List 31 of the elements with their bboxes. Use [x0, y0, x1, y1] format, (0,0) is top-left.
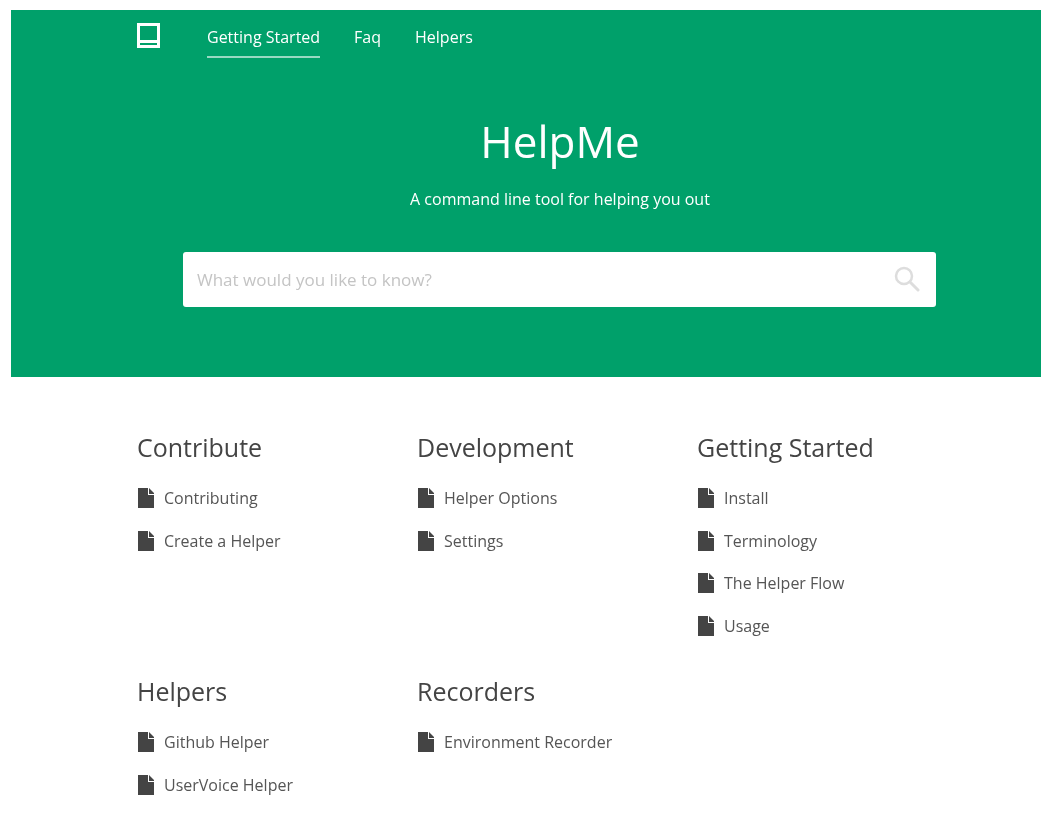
article-link[interactable]: Helper Options: [444, 487, 558, 510]
document-icon: [137, 732, 155, 753]
section-heading: Development: [417, 429, 575, 465]
section-heading: Helpers: [137, 673, 229, 709]
article-link[interactable]: Github Helper: [164, 731, 270, 754]
article-link[interactable]: UserVoice Helper: [164, 773, 293, 796]
section-heading: Contribute: [137, 429, 264, 465]
article-link[interactable]: Create a Helper: [164, 529, 281, 552]
document-icon: [417, 530, 435, 551]
article-link[interactable]: Environment Recorder: [444, 731, 613, 754]
site-tagline: A command line tool for helping you out: [409, 187, 711, 210]
document-icon: [417, 732, 435, 753]
document-icon: [137, 774, 155, 795]
section-heading: Recorders: [417, 673, 537, 709]
document-icon: [697, 615, 715, 636]
article-link[interactable]: Usage: [724, 614, 770, 637]
document-icon: [417, 488, 435, 509]
site-title: HelpMe: [479, 115, 641, 168]
search-field[interactable]: What would you like to know?: [183, 251, 936, 307]
document-icon: [697, 573, 715, 594]
article-link[interactable]: Terminology: [724, 529, 817, 552]
article-link[interactable]: Install: [724, 487, 769, 510]
article-link[interactable]: Contributing: [164, 487, 258, 510]
article-link[interactable]: The Helper Flow: [724, 572, 845, 595]
document-icon: [697, 488, 715, 509]
book-icon[interactable]: [137, 22, 160, 48]
section-heading: Getting Started: [697, 429, 875, 465]
article-link[interactable]: Settings: [444, 529, 504, 552]
document-icon: [137, 488, 155, 509]
document-icon: [697, 530, 715, 551]
document-icon: [137, 530, 155, 551]
